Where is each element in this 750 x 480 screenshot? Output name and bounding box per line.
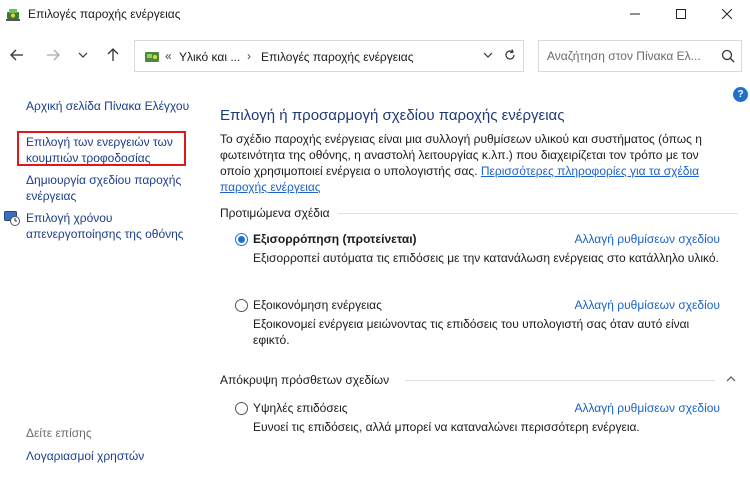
help-button[interactable]: ?	[733, 87, 748, 102]
chevron-down-icon	[483, 52, 493, 58]
control-panel-icon	[145, 52, 159, 62]
plan-power-saver-radio[interactable]	[235, 299, 248, 312]
arrow-left-icon	[10, 49, 23, 61]
arrow-right-icon	[47, 49, 60, 61]
breadcrumb-separator: ›	[247, 49, 251, 63]
search-box	[538, 40, 742, 72]
plan-high-performance-description: Ευνοεί τις επιδόσεις, αλλά μπορεί να κατ…	[253, 420, 640, 434]
plan-high-performance: Υψηλές επιδόσεις Αλλαγή ρυθμίσεων σχεδίο…	[235, 401, 735, 441]
plan-power-saver-description: Εξοικονομεί ενέργεια μειώνοντας τις επιδ…	[253, 317, 690, 347]
sidebar-link-control-panel-home[interactable]: Αρχική σελίδα Πίνακα Ελέγχου	[26, 98, 189, 114]
window-title: Επιλογές παροχής ενέργειας	[28, 7, 181, 21]
plan-balanced-change-link[interactable]: Αλλαγή ρυθμίσεων σχεδίου	[574, 232, 720, 246]
chevron-down-icon	[78, 52, 88, 58]
plan-balanced-description: Εξισορροπεί αυτόματα τις επιδόσεις με τη…	[253, 251, 719, 265]
forward-button[interactable]	[42, 44, 64, 66]
refresh-icon	[505, 49, 515, 60]
highlight-annotation	[17, 131, 186, 166]
address-bar[interactable]: « Υλικό και ... › Επιλογές παροχής ενέργ…	[134, 40, 524, 72]
navigation-bar: « Υλικό και ... › Επιλογές παροχής ενέργ…	[0, 36, 750, 76]
plan-balanced-name[interactable]: Εξισορρόπηση (προτείνεται)	[253, 232, 417, 246]
search-input[interactable]	[539, 41, 717, 71]
address-dropdown-button[interactable]	[478, 44, 498, 66]
display-clock-icon	[4, 211, 20, 226]
breadcrumb-prefix: «	[165, 49, 172, 63]
preferred-plans-divider	[338, 213, 738, 214]
recent-locations-button[interactable]	[72, 44, 94, 66]
search-icon[interactable]	[721, 49, 735, 63]
plan-power-saver: Εξοικονόμηση ενέργειας Αλλαγή ρυθμίσεων …	[235, 298, 735, 347]
maximize-button[interactable]	[658, 0, 704, 28]
sidebar-link-create-plan[interactable]: Δημιουργία σχεδίου παροχής ενέργειας	[26, 172, 194, 204]
sidebar-link-display-off[interactable]: Επιλογή χρόνου απενεργοποίησης της οθόνη…	[26, 210, 194, 242]
title-bar: Επιλογές παροχής ενέργειας	[0, 0, 750, 28]
close-icon	[722, 9, 732, 19]
page-description: Το σχέδιο παροχής ενέργειας είναι μια συ…	[220, 131, 720, 195]
plan-power-saver-change-link[interactable]: Αλλαγή ρυθμίσεων σχεδίου	[574, 298, 720, 312]
hidden-plans-divider	[405, 380, 715, 381]
plan-high-performance-radio[interactable]	[235, 402, 248, 415]
minimize-button[interactable]	[612, 0, 658, 28]
page-title: Επιλογή ή προσαρμογή σχεδίου παροχής ενέ…	[220, 107, 565, 124]
breadcrumb-power-options[interactable]: Επιλογές παροχής ενέργειας	[261, 50, 413, 64]
help-icon: ?	[737, 89, 744, 100]
plan-balanced: Εξισορρόπηση (προτείνεται) Αλλαγή ρυθμίσ…	[235, 232, 735, 272]
chevron-up-icon[interactable]	[725, 373, 737, 385]
minimize-icon	[630, 13, 640, 15]
close-button[interactable]	[704, 0, 750, 28]
plan-high-performance-change-link[interactable]: Αλλαγή ρυθμίσεων σχεδίου	[574, 401, 720, 415]
preferred-plans-header: Προτιμώμενα σχέδια	[220, 206, 330, 220]
plan-power-saver-name[interactable]: Εξοικονόμηση ενέργειας	[253, 298, 382, 312]
plan-high-performance-name[interactable]: Υψηλές επιδόσεις	[253, 401, 348, 415]
see-also-heading: Δείτε επίσης	[26, 426, 92, 440]
back-button[interactable]	[6, 44, 28, 66]
plan-balanced-radio[interactable]	[235, 233, 248, 246]
up-button[interactable]	[102, 44, 124, 66]
breadcrumb-hardware[interactable]: Υλικό και ...	[179, 50, 240, 64]
hidden-plans-header[interactable]: Απόκρυψη πρόσθετων σχεδίων	[220, 373, 389, 387]
sidebar-link-user-accounts[interactable]: Λογαριασμοί χρηστών	[26, 448, 144, 464]
maximize-icon	[676, 9, 686, 19]
arrow-up-icon	[107, 48, 119, 61]
refresh-button[interactable]	[500, 44, 520, 66]
power-options-icon	[6, 9, 20, 21]
